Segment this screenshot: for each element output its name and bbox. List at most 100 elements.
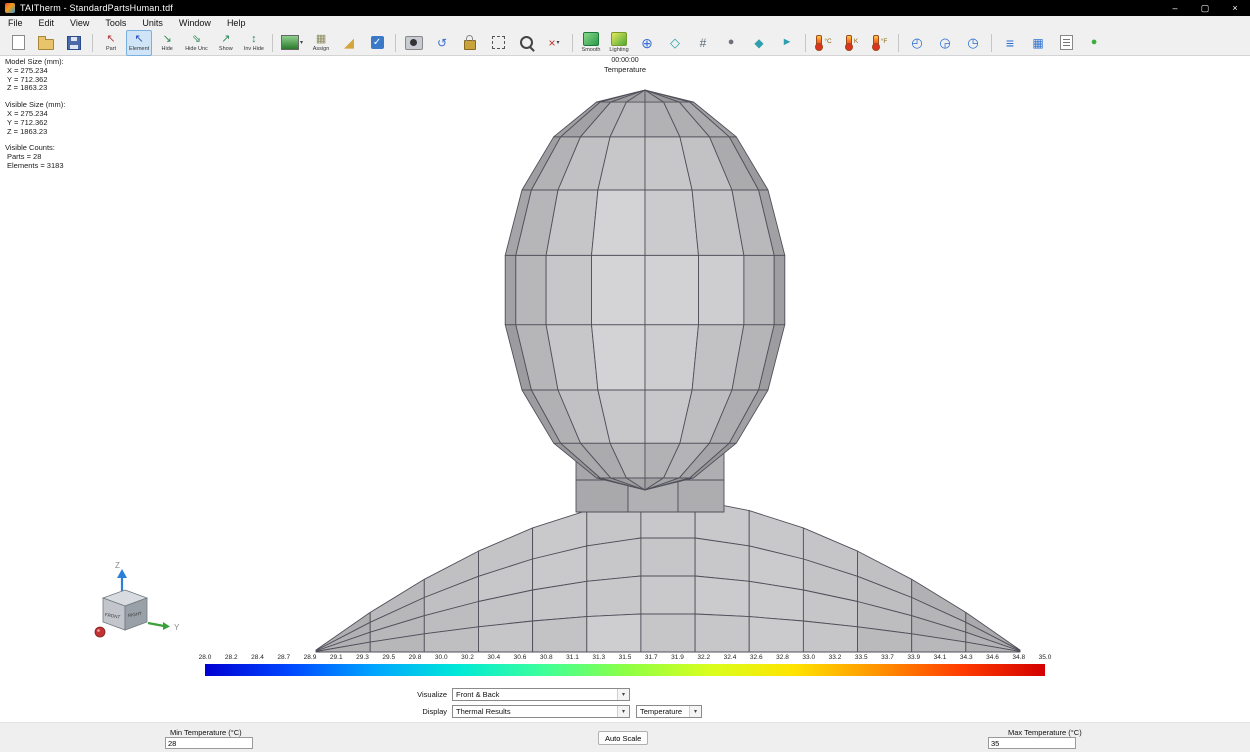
lighting-toggle[interactable]: Lighting	[606, 30, 632, 56]
mesh-cell[interactable]	[587, 614, 641, 652]
clock-icon-2-icon-row: ◶	[939, 36, 950, 49]
menu-edit[interactable]: Edit	[31, 16, 63, 30]
zoom-tool[interactable]	[513, 30, 539, 56]
open-file[interactable]	[33, 30, 59, 56]
select-element-mode[interactable]: ↖Element	[126, 30, 152, 56]
mesh-cell[interactable]	[803, 621, 857, 652]
sphere-display[interactable]: ●	[718, 30, 744, 56]
orientation-triad[interactable]: Z FRONT RIGHT Y	[85, 556, 185, 646]
reset-view[interactable]: ↺	[429, 30, 455, 56]
perspective-view[interactable]: ⊕	[634, 30, 660, 56]
max-temp-input[interactable]	[988, 737, 1076, 749]
translate-tool-icon: ►	[782, 37, 793, 48]
select-part-mode[interactable]: ↖Part	[98, 30, 124, 56]
zoom-region[interactable]	[485, 30, 511, 56]
mesh-cell[interactable]	[645, 190, 699, 255]
display-check[interactable]: ✓	[364, 30, 390, 56]
menu-tools[interactable]: Tools	[97, 16, 134, 30]
units-fahrenheit[interactable]: °F	[867, 30, 893, 56]
assign-color-icon-row: ▦	[316, 34, 326, 45]
units-celsius[interactable]: °C	[811, 30, 837, 56]
mesh-cell[interactable]	[699, 255, 744, 324]
mesh-cell[interactable]	[546, 255, 591, 324]
mesh-cell[interactable]	[774, 255, 785, 324]
minimize-button[interactable]: –	[1160, 0, 1190, 16]
menu-view[interactable]: View	[62, 16, 97, 30]
clock-icon-2[interactable]: ◶	[932, 30, 958, 56]
close-button[interactable]: ×	[1220, 0, 1250, 16]
clear-selection[interactable]: ×▾	[541, 30, 567, 56]
smooth-shading[interactable]: Smooth	[578, 30, 604, 56]
solid-display[interactable]: ◆	[746, 30, 772, 56]
solid-display-icon: ◆	[754, 37, 763, 49]
save-file[interactable]	[61, 30, 87, 56]
display-select[interactable]: Thermal Results ▾	[452, 705, 630, 718]
translate-tool[interactable]: ►	[774, 30, 800, 56]
inverse-hide-label: Inv Hide	[244, 46, 264, 52]
show-all[interactable]: ↗Show	[213, 30, 239, 56]
table-view[interactable]: ▦	[1025, 30, 1051, 56]
mesh-cell[interactable]	[695, 614, 749, 652]
hide-selected[interactable]: ↘Hide	[154, 30, 180, 56]
colorbar-tick: 28.7	[277, 654, 290, 661]
color-swatch-dropdown-icon[interactable]: ▾	[300, 39, 303, 46]
mesh-cell[interactable]	[587, 538, 641, 581]
mesh-cell[interactable]	[645, 255, 699, 324]
mesh-cell[interactable]	[592, 255, 646, 324]
mesh-cell[interactable]	[576, 480, 628, 512]
menu-help[interactable]: Help	[219, 16, 254, 30]
show-all-icon: ↗	[221, 34, 230, 45]
colorbar-tick: 33.7	[881, 654, 894, 661]
mesh-lines[interactable]: #	[690, 30, 716, 56]
mesh-cell[interactable]	[749, 617, 803, 652]
reset-view-icon-row: ↺	[437, 37, 447, 49]
mesh-cell[interactable]	[479, 621, 533, 652]
reset-view-icon: ↺	[437, 37, 447, 49]
mesh-cell[interactable]	[592, 325, 646, 390]
list-view[interactable]: ≡	[997, 30, 1023, 56]
lock-view[interactable]	[457, 30, 483, 56]
zoom-tool-icon	[520, 36, 533, 49]
assign-color[interactable]: ▦Assign	[308, 30, 334, 56]
report-view[interactable]	[1053, 30, 1079, 56]
auto-scale-button[interactable]: Auto Scale	[598, 731, 648, 745]
menu-file[interactable]: File	[0, 16, 31, 30]
mesh-cell[interactable]	[641, 538, 695, 576]
menu-units[interactable]: Units	[134, 16, 171, 30]
mesh-cell[interactable]	[516, 255, 546, 324]
mesh-cell[interactable]	[587, 576, 641, 617]
hide-unselected[interactable]: ⇘Hide Unc	[182, 30, 211, 56]
mesh-cell[interactable]	[678, 480, 724, 512]
mesh-cell[interactable]	[645, 325, 699, 390]
quantity-select[interactable]: Temperature ▾	[636, 705, 702, 718]
screenshot[interactable]	[401, 30, 427, 56]
visualize-select[interactable]: Front & Back ▾	[452, 688, 630, 701]
bounding-box[interactable]: ◇	[662, 30, 688, 56]
new-file[interactable]	[5, 30, 31, 56]
run-status[interactable]: ●	[1081, 30, 1107, 56]
z-axis-label: Z	[115, 561, 120, 570]
bounding-box-icon-row: ◇	[670, 36, 680, 49]
min-temp-input[interactable]	[165, 737, 253, 749]
x-axis-sphere-highlight	[97, 629, 100, 632]
mesh-cell[interactable]	[641, 576, 695, 614]
units-kelvin[interactable]: K	[839, 30, 865, 56]
clock-icon-1[interactable]: ◴	[904, 30, 930, 56]
mesh-cell[interactable]	[695, 576, 749, 617]
inverse-hide[interactable]: ↕Inv Hide	[241, 30, 267, 56]
viewport-3d[interactable]: 00:00:00 Temperature Model Size (mm):X =…	[0, 56, 1250, 686]
mesh-cell[interactable]	[695, 538, 749, 581]
colorbar-tick: 28.2	[225, 654, 238, 661]
color-swatch[interactable]: ▾	[278, 30, 306, 56]
mesh-canvas[interactable]	[0, 56, 1250, 686]
maximize-button[interactable]: ▢	[1190, 0, 1220, 16]
mesh-cell[interactable]	[592, 190, 646, 255]
clear-selection-dropdown-icon[interactable]: ▾	[557, 39, 560, 46]
mesh-cell[interactable]	[744, 255, 774, 324]
measure-tool[interactable]: ◢	[336, 30, 362, 56]
mesh-cell[interactable]	[533, 617, 587, 652]
menu-window[interactable]: Window	[171, 16, 219, 30]
clock-icon-3[interactable]: ◷	[960, 30, 986, 56]
mesh-cell[interactable]	[505, 255, 516, 324]
mesh-cell[interactable]	[641, 614, 695, 652]
